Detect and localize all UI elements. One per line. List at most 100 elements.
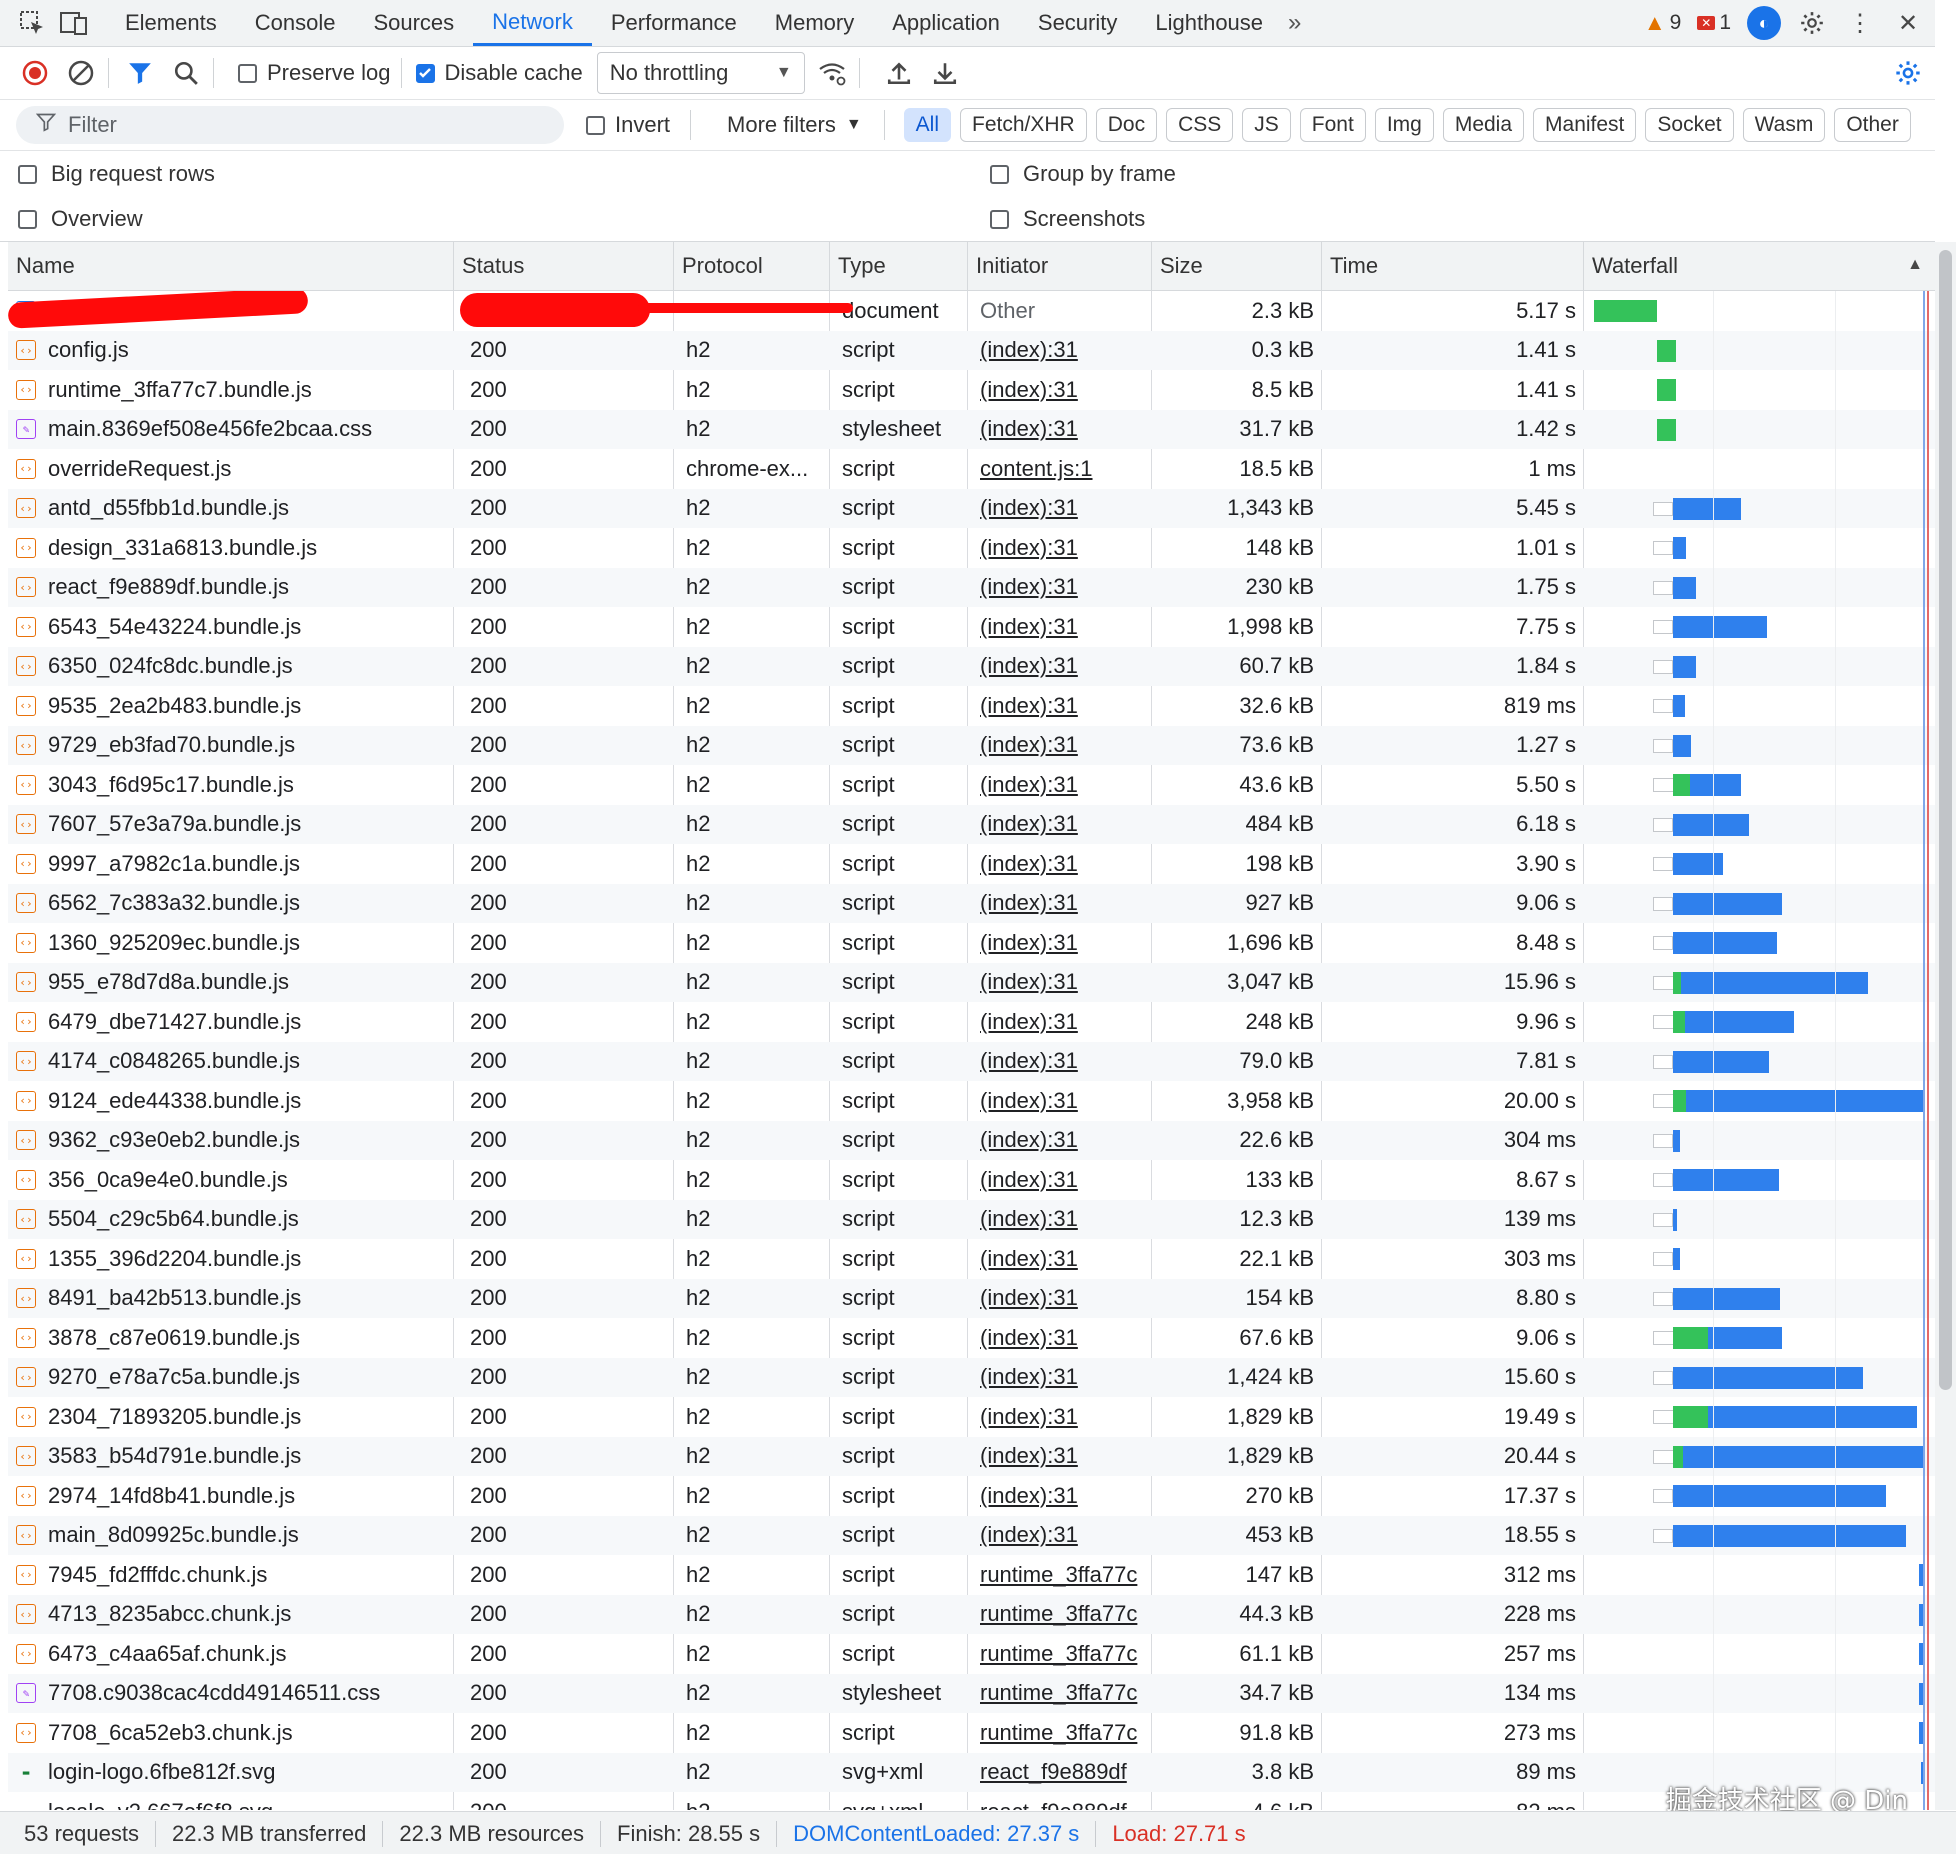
filter-chip-img[interactable]: Img (1374, 108, 1434, 142)
extension-icon[interactable]: ◐ (1747, 6, 1781, 40)
network-conditions-icon[interactable] (815, 56, 849, 90)
initiator-link[interactable]: (index):31 (980, 495, 1078, 521)
filter-chip-fetchxhr[interactable]: Fetch/XHR (960, 108, 1087, 142)
initiator-link[interactable]: (index):31 (980, 1483, 1078, 1509)
table-row[interactable]: ‹› design_331a6813.bundle.js 200 h2 script (i… (8, 528, 1935, 568)
tab-sources[interactable]: Sources (354, 0, 473, 46)
tab-lighthouse[interactable]: Lighthouse (1136, 0, 1282, 46)
table-row[interactable]: ‹› 2974_14fd8b41.bundle.js 200 h2 script (ind… (8, 1476, 1935, 1516)
checkbox-box[interactable] (586, 115, 605, 135)
filter-chip-js[interactable]: JS (1242, 108, 1291, 142)
initiator-link[interactable]: (index):31 (980, 1088, 1078, 1114)
table-row[interactable]: ‹› 9729_eb3fad70.bundle.js 200 h2 script (ind… (8, 725, 1935, 765)
checkbox-box-checked[interactable] (415, 63, 435, 83)
import-har-icon[interactable] (882, 56, 916, 90)
initiator-link[interactable]: (index):31 (980, 1285, 1078, 1311)
initiator-link[interactable]: (index):31 (980, 1364, 1078, 1390)
initiator-link[interactable]: (index):31 (980, 337, 1078, 363)
initiator-link[interactable]: (index):31 (980, 416, 1078, 442)
filter-chip-all[interactable]: All (903, 108, 952, 142)
initiator-link[interactable]: runtime_3ffa77c (980, 1601, 1137, 1627)
filter-chip-css[interactable]: CSS (1166, 108, 1234, 142)
table-row[interactable]: ‹› 9997_a7982c1a.bundle.js 200 h2 script (ind… (8, 844, 1935, 884)
close-icon[interactable]: ✕ (1891, 6, 1925, 40)
table-row[interactable]: ‹› overrideRequest.js 200 chrome-ex... scrip… (8, 449, 1935, 489)
initiator-link[interactable]: (index):31 (980, 890, 1078, 916)
initiator-link[interactable]: (index):31 (980, 732, 1078, 758)
group-by-frame-checkbox[interactable]: Group by frame (990, 161, 1176, 187)
table-row[interactable]: ‹› 4174_c0848265.bundle.js 200 h2 script (ind… (8, 1041, 1935, 1081)
initiator-link[interactable]: (index):31 (980, 693, 1078, 719)
table-row[interactable]: ✎ 7708.c9038cac4cdd49146511.css 200 h2 style… (8, 1673, 1935, 1713)
preserve-log-checkbox[interactable]: Preserve log (238, 60, 391, 86)
initiator-link[interactable]: (index):31 (980, 930, 1078, 956)
tab-elements[interactable]: Elements (106, 0, 236, 46)
settings-gear-icon[interactable] (1795, 6, 1829, 40)
table-row[interactable]: ‹› 2304_71893205.bundle.js 200 h2 script (ind… (8, 1397, 1935, 1437)
disable-cache-checkbox[interactable]: Disable cache (415, 60, 583, 86)
table-row[interactable]: ‹› antd_d55fbb1d.bundle.js 200 h2 script (ind… (8, 488, 1935, 528)
initiator-link[interactable]: (index):31 (980, 969, 1078, 995)
table-row[interactable]: ‹› config.js 200 h2 script (index):31 0.3 kB 1.… (8, 330, 1935, 370)
table-row[interactable]: ▬ login-logo.6fbe812f.svg 200 h2 svg+xml reac… (8, 1752, 1935, 1792)
initiator-link[interactable]: (index):31 (980, 772, 1078, 798)
table-row[interactable]: ‹› 6473_c4aa65af.chunk.js 200 h2 script runti… (8, 1634, 1935, 1674)
screenshots-checkbox[interactable]: Screenshots (990, 206, 1145, 232)
inspect-element-icon[interactable] (14, 5, 50, 41)
table-row[interactable]: ‹› 6562_7c383a32.bundle.js 200 h2 script (ind… (8, 883, 1935, 923)
search-icon[interactable] (169, 56, 203, 90)
table-row[interactable]: ‹› 356_0ca9e4e0.bundle.js 200 h2 script (inde… (8, 1160, 1935, 1200)
table-row[interactable]: ‹› 4713_8235abcc.chunk.js 200 h2 script runti… (8, 1594, 1935, 1634)
checkbox-box[interactable] (18, 209, 37, 229)
record-stop-icon[interactable] (18, 56, 52, 90)
table-row[interactable]: ‹› 9270_e78a7c5a.bundle.js 200 h2 script (ind… (8, 1357, 1935, 1397)
filter-chip-other[interactable]: Other (1834, 108, 1911, 142)
tab-memory[interactable]: Memory (756, 0, 873, 46)
initiator-link[interactable]: runtime_3ffa77c (980, 1562, 1137, 1588)
clear-icon[interactable] (64, 56, 98, 90)
column-header-name[interactable]: Name (8, 242, 454, 290)
table-row[interactable]: ▬ locale_v2.667ef6f8.svg 200h2svg+xml react… (8, 1792, 1935, 1810)
export-har-icon[interactable] (928, 56, 962, 90)
checkbox-box[interactable] (990, 209, 1009, 229)
initiator-link[interactable]: content.js:1 (980, 456, 1093, 482)
initiator-link[interactable]: runtime_3ffa77c (980, 1641, 1137, 1667)
filter-funnel-icon[interactable] (123, 56, 157, 90)
table-row[interactable]: ‹› 7607_57e3a79a.bundle.js 200 h2 script (ind… (8, 804, 1935, 844)
initiator-link[interactable]: (index):31 (980, 653, 1078, 679)
initiator-link[interactable]: (index):31 (980, 1009, 1078, 1035)
column-header-protocol[interactable]: Protocol (674, 242, 830, 290)
column-header-status[interactable]: Status (454, 242, 674, 290)
invert-checkbox[interactable]: Invert (586, 112, 670, 138)
checkbox-box[interactable] (238, 63, 257, 83)
table-row[interactable]: ‹› main_8d09925c.bundle.js 200 h2 script (ind… (8, 1515, 1935, 1555)
table-row[interactable]: ‹› 9535_2ea2b483.bundle.js 200 h2 script (ind… (8, 686, 1935, 726)
table-row[interactable]: ✎ main.8369ef508e456fe2bcaa.css 200 h2 style… (8, 409, 1935, 449)
initiator-link[interactable]: (index):31 (980, 851, 1078, 877)
initiator-link[interactable]: react_f9e889df (980, 1759, 1127, 1785)
table-row[interactable]: ‹› 9362_c93e0eb2.bundle.js 200 h2 script (ind… (8, 1120, 1935, 1160)
table-row[interactable]: ‹› 9124_ede44338.bundle.js 200 h2 script (ind… (8, 1081, 1935, 1121)
more-options-icon[interactable]: ⋮ (1843, 6, 1877, 40)
initiator-link[interactable]: (index):31 (980, 1325, 1078, 1351)
filter-chip-manifest[interactable]: Manifest (1533, 108, 1637, 142)
initiator-link[interactable]: (index):31 (980, 377, 1078, 403)
filter-input[interactable]: Filter (16, 106, 564, 144)
table-row[interactable]: ‹› runtime_3ffa77c7.bundle.js 200 h2 script (… (8, 370, 1935, 410)
table-row[interactable]: ‹› 7708_6ca52eb3.chunk.js 200 h2 script runti… (8, 1713, 1935, 1753)
network-settings-gear-icon[interactable] (1891, 56, 1925, 90)
filter-chip-doc[interactable]: Doc (1095, 108, 1158, 142)
column-header-waterfall[interactable]: Waterfall ▲ (1584, 242, 1935, 290)
tab-network[interactable]: Network (473, 0, 592, 46)
table-row[interactable]: ‹› 6350_024fc8dc.bundle.js 200 h2 script (ind… (8, 646, 1935, 686)
column-header-time[interactable]: Time (1322, 242, 1584, 290)
initiator-link[interactable]: (index):31 (980, 1206, 1078, 1232)
filter-chip-socket[interactable]: Socket (1645, 108, 1734, 142)
initiator-link[interactable]: (index):31 (980, 574, 1078, 600)
initiator-link[interactable]: (index):31 (980, 1443, 1078, 1469)
more-filters-dropdown[interactable]: More filters ▼ (727, 112, 862, 138)
filter-chip-font[interactable]: Font (1299, 108, 1366, 142)
initiator-link[interactable]: (index):31 (980, 1048, 1078, 1074)
tab-security[interactable]: Security (1019, 0, 1136, 46)
overview-checkbox[interactable]: Overview (18, 206, 143, 232)
